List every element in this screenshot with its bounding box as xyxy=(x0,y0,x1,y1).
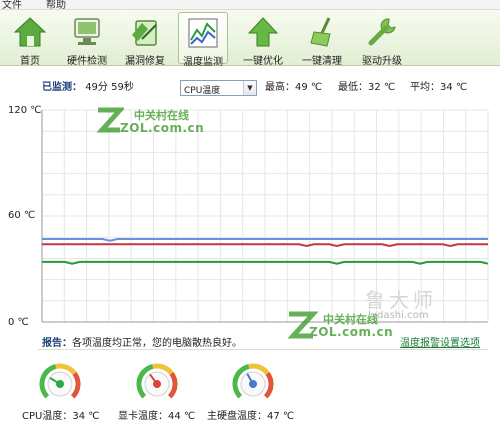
toolbar-label: 驱动升级 xyxy=(362,56,402,67)
toolbar-label: 漏洞修复 xyxy=(125,56,165,67)
report-label: 报告： xyxy=(42,338,72,349)
ludashi-watermark-cn: 鲁大师 xyxy=(365,288,437,312)
high-label: 最高： xyxy=(265,82,295,93)
gpu-temp-gauge xyxy=(136,363,178,399)
disk-temp-value: 47 ℃ xyxy=(267,411,295,422)
monitored-time: 已监测： 49分 59秒 xyxy=(42,78,134,93)
gpu-temp-label: 显卡温度： xyxy=(118,411,168,422)
disk-temp-readout: 主硬盘温度：47 ℃ xyxy=(207,407,294,422)
disk-temp-label: 主硬盘温度： xyxy=(207,411,267,422)
avg-value: 34 ℃ xyxy=(440,82,468,93)
gauge-hub xyxy=(153,380,161,388)
avg-label: 平均： xyxy=(410,82,440,93)
ludashi-watermark: ludashi.com xyxy=(368,310,429,321)
toolbar-driver-button[interactable]: 驱动升级 xyxy=(357,12,407,67)
main-toolbar: 首页 硬件检测 漏洞修复 温度监测 一键优化 一键清理 驱动升级 xyxy=(0,10,500,68)
cpu-temp-value: 34 ℃ xyxy=(72,411,100,422)
gauge-hub xyxy=(249,380,257,388)
report-line: 报告：各项温度均正常，您的电脑散热良好。 xyxy=(42,334,242,349)
home-icon xyxy=(13,17,47,47)
toolbar-optimize-button[interactable]: 一键优化 xyxy=(238,12,288,67)
temperature-monitor-icon xyxy=(188,18,218,48)
sensor-select-value: CPU温度 xyxy=(184,86,221,96)
gauge-hub xyxy=(56,380,64,388)
menu-bar: 文件 帮助 xyxy=(0,0,500,10)
gauge-arc-segment xyxy=(263,371,274,399)
zol-watermark: 中关村在线 ZOL.com.cn xyxy=(94,104,244,140)
toolbar-home-button[interactable]: 首页 xyxy=(5,12,55,67)
toolbar-label: 一键清理 xyxy=(302,56,342,67)
gauge-arc-segment xyxy=(70,371,81,399)
optimize-arrow-icon xyxy=(247,17,279,47)
hardware-detect-icon xyxy=(74,18,100,45)
toolbar-label: 硬件检测 xyxy=(67,56,107,67)
zol-watermark-en: ZOL.com.cn xyxy=(120,121,205,135)
high-temp: 最高：49 ℃ xyxy=(265,78,322,93)
cpu-temp-label: CPU温度： xyxy=(22,411,73,422)
low-value: 32 ℃ xyxy=(368,82,396,93)
disk-temp-gauge xyxy=(232,363,274,399)
toolbar-hardware-button[interactable]: 硬件检测 xyxy=(62,12,112,67)
toolbar-temperature-button[interactable]: 温度监测 xyxy=(178,12,228,68)
vulnerability-fix-icon xyxy=(132,20,157,46)
toolbar-label: 一键优化 xyxy=(243,56,283,67)
divider xyxy=(38,349,488,350)
gpu-temp-readout: 显卡温度：44 ℃ xyxy=(118,407,195,422)
low-label: 最低： xyxy=(338,82,368,93)
zol-watermark-en: ZOL.com.cn xyxy=(309,325,394,339)
gpu-temp-value: 44 ℃ xyxy=(168,411,196,422)
toolbar-vulnerability-button[interactable]: 漏洞修复 xyxy=(120,12,170,67)
broom-icon xyxy=(310,17,331,47)
low-temp: 最低：32 ℃ xyxy=(338,78,395,93)
menu-file[interactable]: 文件 xyxy=(2,0,22,9)
report-text: 各项温度均正常，您的电脑散热良好。 xyxy=(72,338,242,349)
chevron-down-icon[interactable]: ▼ xyxy=(243,81,256,95)
wrench-icon xyxy=(368,18,396,46)
toolbar-clean-button[interactable]: 一键清理 xyxy=(297,12,347,67)
toolbar-label: 温度监测 xyxy=(183,57,223,68)
monitored-value: 49分 59秒 xyxy=(85,82,134,93)
cpu-temp-gauge xyxy=(39,363,81,399)
toolbar-label: 首页 xyxy=(20,56,40,67)
high-value: 49 ℃ xyxy=(295,82,323,93)
cpu-temp-readout: CPU温度：34 ℃ xyxy=(22,407,99,422)
alarm-settings-link[interactable]: 温度报警设置选项 xyxy=(400,334,480,349)
gauge-arc-segment xyxy=(167,371,178,399)
menu-help[interactable]: 帮助 xyxy=(46,0,66,9)
sensor-select[interactable]: CPU温度 ▼ xyxy=(180,80,257,96)
avg-temp: 平均：34 ℃ xyxy=(410,78,467,93)
monitored-label: 已监测： xyxy=(42,82,82,93)
